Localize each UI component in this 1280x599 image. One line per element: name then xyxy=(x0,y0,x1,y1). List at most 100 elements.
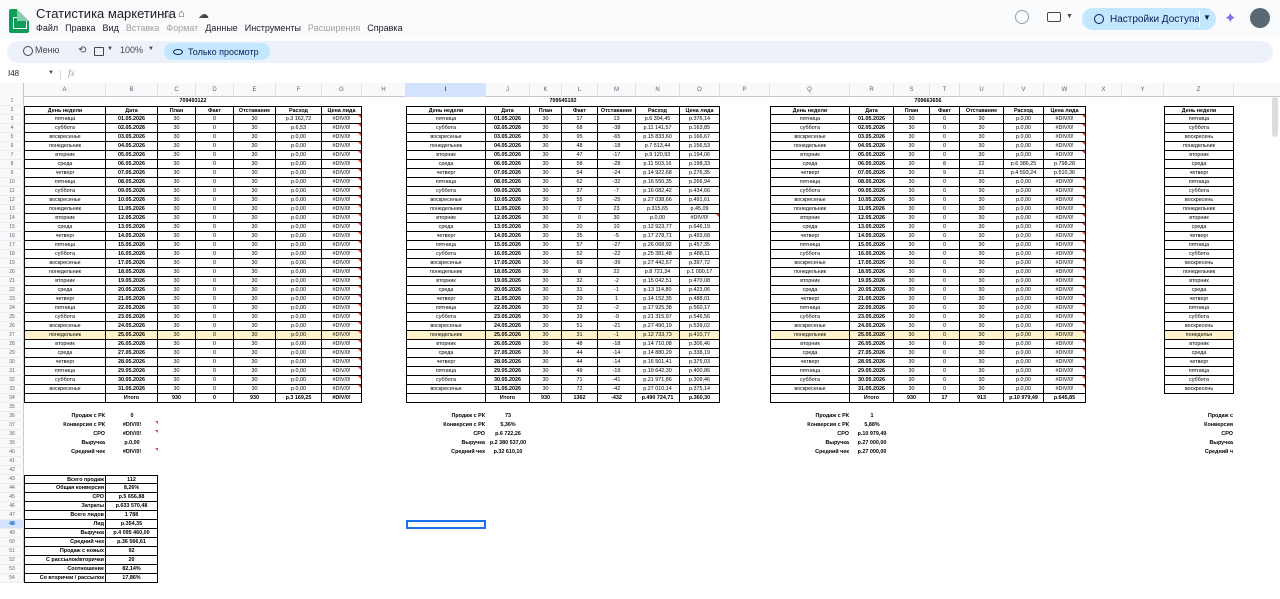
table-cell[interactable]: 30 xyxy=(530,142,562,151)
table-cell[interactable]: 30 xyxy=(960,187,1004,196)
overall-value[interactable]: р.5 656,88 xyxy=(106,493,158,502)
table-cell[interactable]: 30 xyxy=(894,250,930,259)
table-cell[interactable]: 0 xyxy=(930,250,960,259)
table-cell[interactable]: понедельник xyxy=(1164,142,1234,151)
table-cell[interactable]: 30 xyxy=(234,331,276,340)
menu-item[interactable]: Правка xyxy=(65,23,95,33)
table-cell[interactable]: пятница xyxy=(406,178,486,187)
table-cell[interactable]: р.0,00 xyxy=(276,232,322,241)
table-cell[interactable]: -2 xyxy=(598,304,636,313)
table-cell[interactable]: 30 xyxy=(960,196,1004,205)
table-cell[interactable]: #DIV/0! xyxy=(322,385,362,394)
summary-value[interactable]: р.2 380 537,00 xyxy=(486,439,530,448)
table-cell[interactable]: 30 xyxy=(530,385,562,394)
table-cell[interactable]: 30 xyxy=(530,349,562,358)
table-cell[interactable]: 30 xyxy=(894,358,930,367)
column-header-i[interactable]: I xyxy=(406,83,486,97)
table-cell[interactable]: #DIV/0! xyxy=(1044,277,1086,286)
table-cell[interactable]: #DIV/0! xyxy=(1044,187,1086,196)
table-cell[interactable]: 30 xyxy=(158,151,196,160)
column-header-e[interactable]: E xyxy=(234,83,276,97)
table-cell[interactable]: р.0,00 xyxy=(276,214,322,223)
table-cell[interactable]: 52 xyxy=(562,250,598,259)
table-cell[interactable]: 30 xyxy=(530,322,562,331)
table-cell[interactable]: -18 xyxy=(598,340,636,349)
overall-label[interactable]: Со вторички / рассылок xyxy=(24,574,106,583)
table-cell[interactable]: 09.05.2026 xyxy=(486,187,530,196)
table-header[interactable]: План xyxy=(530,106,562,115)
table-cell[interactable]: р.0,00 xyxy=(1004,331,1044,340)
summary-label[interactable]: Продаж с РК xyxy=(770,412,850,421)
share-dropdown-icon[interactable]: ▼ xyxy=(1203,13,1211,22)
row-header[interactable]: 8 xyxy=(0,160,24,169)
table-cell[interactable]: 30 xyxy=(234,124,276,133)
row-header[interactable]: 54 xyxy=(0,574,24,583)
total-cell[interactable]: Итого xyxy=(106,394,158,403)
table-cell[interactable]: 0 xyxy=(196,214,234,223)
table-cell[interactable]: р.11 503,16 xyxy=(636,160,680,169)
row-header[interactable]: 40 xyxy=(0,448,24,457)
table-cell[interactable]: 24.05.2026 xyxy=(106,322,158,331)
column-header-x[interactable]: X xyxy=(1086,83,1122,97)
table-cell[interactable]: 0 xyxy=(930,214,960,223)
table-cell[interactable]: 30 xyxy=(894,277,930,286)
table-cell[interactable]: #DIV/0! xyxy=(1044,259,1086,268)
table-cell[interactable]: р.375,14 xyxy=(680,385,720,394)
table-header[interactable]: Факт xyxy=(196,106,234,115)
table-cell[interactable]: 17.05.2026 xyxy=(106,259,158,268)
table-cell[interactable]: -27 xyxy=(598,241,636,250)
table-cell[interactable]: р.14 152,35 xyxy=(636,295,680,304)
table-cell[interactable]: среда xyxy=(406,349,486,358)
table-cell[interactable]: 30 xyxy=(234,268,276,277)
view-only-chip[interactable]: Только просмотр xyxy=(164,43,270,60)
table-cell[interactable]: #DIV/0! xyxy=(322,313,362,322)
table-cell[interactable]: суббота xyxy=(770,376,850,385)
table-cell[interactable]: суббота xyxy=(1164,124,1234,133)
summary-label[interactable]: Конверсия с РК xyxy=(770,421,850,430)
row-header[interactable]: 45 xyxy=(0,493,24,502)
table-header[interactable]: День недели xyxy=(406,106,486,115)
table-cell[interactable]: вторник xyxy=(1164,340,1234,349)
table-cell[interactable]: р.198,33 xyxy=(680,160,720,169)
table-cell[interactable]: среда xyxy=(24,160,106,169)
table-cell[interactable]: 30 xyxy=(530,187,562,196)
table-cell[interactable]: вторник xyxy=(406,214,486,223)
table-cell[interactable]: 30 xyxy=(234,349,276,358)
table-cell[interactable]: 0 xyxy=(930,313,960,322)
table-cell[interactable]: 30 xyxy=(960,142,1004,151)
row-header[interactable]: 3 xyxy=(0,115,24,124)
table-cell[interactable]: воскресенье xyxy=(406,133,486,142)
table-cell[interactable]: 30 xyxy=(234,340,276,349)
table-cell[interactable]: 25.05.2026 xyxy=(106,331,158,340)
table-cell[interactable]: пятница xyxy=(406,367,486,376)
table-cell[interactable]: 31 xyxy=(562,286,598,295)
table-header[interactable]: Факт xyxy=(562,106,598,115)
table-header[interactable]: Расход xyxy=(636,106,680,115)
table-cell[interactable]: 30 xyxy=(530,376,562,385)
table-cell[interactable]: р.3 162,72 xyxy=(276,115,322,124)
total-cell[interactable]: р.10 979,49 xyxy=(1004,394,1044,403)
table-cell[interactable]: 30 xyxy=(234,205,276,214)
table-cell[interactable]: 23.05.2026 xyxy=(486,313,530,322)
total-cell[interactable]: 930 xyxy=(158,394,196,403)
table-cell[interactable]: 06.05.2026 xyxy=(106,160,158,169)
table-cell[interactable]: 30 xyxy=(234,160,276,169)
table-cell[interactable]: 02.05.2026 xyxy=(486,124,530,133)
table-cell[interactable]: 03.05.2026 xyxy=(486,133,530,142)
table-cell[interactable]: 17.05.2026 xyxy=(850,259,894,268)
table-header[interactable]: Цена лида xyxy=(680,106,720,115)
table-cell[interactable]: воскресенье xyxy=(24,196,106,205)
table-cell[interactable]: р.0,00 xyxy=(1004,295,1044,304)
table-cell[interactable]: 30 xyxy=(158,205,196,214)
table-cell[interactable]: р.163,85 xyxy=(680,124,720,133)
table-cell[interactable]: 30 xyxy=(894,304,930,313)
table-cell[interactable]: 01.05.2026 xyxy=(486,115,530,124)
table-cell[interactable]: -18 xyxy=(598,142,636,151)
table-cell[interactable]: 30 xyxy=(894,259,930,268)
table-header[interactable]: Дата xyxy=(106,106,158,115)
summary-label[interactable]: CPO xyxy=(406,430,486,439)
chevron-down-icon[interactable]: ▼ xyxy=(48,70,54,76)
table-cell[interactable]: р.0,00 xyxy=(276,160,322,169)
table-cell[interactable]: 35 xyxy=(562,232,598,241)
table-cell[interactable]: 25.05.2026 xyxy=(850,331,894,340)
